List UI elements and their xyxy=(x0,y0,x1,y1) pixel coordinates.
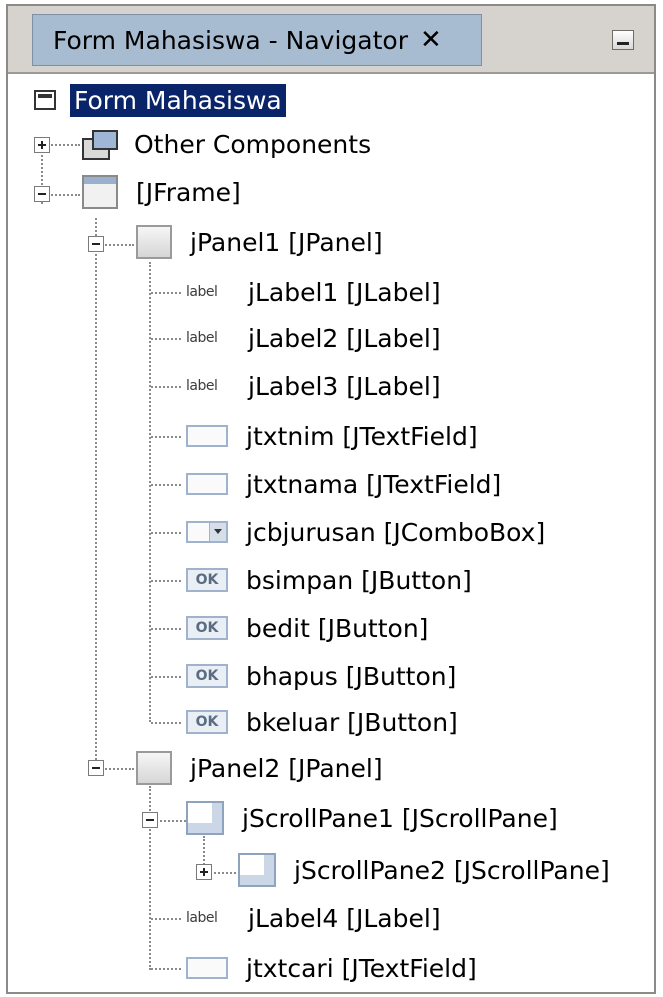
tree-connector xyxy=(102,244,134,246)
tree-connector xyxy=(48,194,80,196)
tree-node-jtxtcari[interactable]: jtxtcari [JTextField] xyxy=(186,948,481,988)
tree-node-bhapus[interactable]: OK bhapus [JButton] xyxy=(186,656,460,696)
tree-node-root[interactable]: Form Mahasiswa xyxy=(34,80,286,120)
button-icon: OK xyxy=(186,710,228,734)
tree-node-label: jtxtcari [JTextField] xyxy=(246,953,477,983)
tree-node-bedit[interactable]: OK bedit [JButton] xyxy=(186,608,432,648)
textfield-icon xyxy=(186,473,228,495)
navigator-titlebar: Form Mahasiswa - Navigator ✕ xyxy=(8,6,654,74)
tree-node-label: jLabel3 [JLabel] xyxy=(248,371,441,401)
collapse-icon[interactable] xyxy=(88,236,104,252)
tree-guide-jpanel1 xyxy=(149,262,151,722)
tree-node-jlabel2[interactable]: label jLabel2 [JLabel] xyxy=(186,318,445,358)
tree-node-other-components[interactable]: Other Components xyxy=(82,124,375,164)
tree-node-label: jtxtnim [JTextField] xyxy=(246,421,478,451)
expand-icon[interactable] xyxy=(196,864,212,880)
tree-node-label: Form Mahasiswa xyxy=(70,83,286,117)
jpanel-icon xyxy=(136,751,172,785)
textfield-icon xyxy=(186,425,228,447)
scrollpane-icon xyxy=(238,853,276,887)
combobox-icon xyxy=(186,521,228,543)
tree-node-label: bedit [JButton] xyxy=(246,613,429,643)
tree-connector xyxy=(151,386,181,388)
tree-node-bsimpan[interactable]: OK bsimpan [JButton] xyxy=(186,560,476,600)
tree-node-label: jScrollPane1 [JScrollPane] xyxy=(242,803,558,833)
tree-connector xyxy=(156,820,186,822)
tree-node-jframe[interactable]: [JFrame] xyxy=(82,172,245,212)
navigator-window: Form Mahasiswa - Navigator ✕ Form Mahasi… xyxy=(6,4,656,994)
jpanel-icon xyxy=(136,225,172,259)
tree-node-jtxtnim[interactable]: jtxtnim [JTextField] xyxy=(186,416,482,456)
label-icon: label xyxy=(186,910,218,926)
expand-icon[interactable] xyxy=(34,137,50,153)
tree-connector xyxy=(151,628,181,630)
tree-node-jpanel1[interactable]: jPanel1 [JPanel] xyxy=(136,222,387,262)
scrollpane-icon xyxy=(186,801,224,835)
tree-node-label: jScrollPane2 [JScrollPane] xyxy=(294,855,610,885)
tree-connector xyxy=(151,292,181,294)
label-icon: label xyxy=(186,284,218,300)
tree-node-jlabel1[interactable]: label jLabel1 [JLabel] xyxy=(186,272,445,312)
tree-node-label: bkeluar [JButton] xyxy=(246,707,458,737)
tree-connector xyxy=(151,580,181,582)
tree-node-label: bhapus [JButton] xyxy=(246,661,457,691)
button-icon: OK xyxy=(186,664,228,688)
tree-node-jpanel2[interactable]: jPanel2 [JPanel] xyxy=(136,748,387,788)
tree-node-label: jLabel2 [JLabel] xyxy=(248,323,441,353)
minimize-button[interactable] xyxy=(612,30,634,50)
tree-node-jcbjurusan[interactable]: jcbjurusan [JComboBox] xyxy=(186,512,549,552)
collapse-icon[interactable] xyxy=(88,760,104,776)
tree-connector xyxy=(151,484,181,486)
tree-node-label: [JFrame] xyxy=(136,177,241,207)
collapse-icon[interactable] xyxy=(34,186,50,202)
close-icon[interactable]: ✕ xyxy=(420,27,442,53)
tab-form-mahasiswa-navigator[interactable]: Form Mahasiswa - Navigator ✕ xyxy=(32,14,482,66)
tree-connector xyxy=(151,968,181,970)
label-icon: label xyxy=(186,330,218,346)
label-icon: label xyxy=(186,378,218,394)
tree-node-jscrollpane2[interactable]: jScrollPane2 [JScrollPane] xyxy=(238,850,614,890)
tree-node-label: jPanel1 [JPanel] xyxy=(190,227,383,257)
tree-node-jlabel4[interactable]: label jLabel4 [JLabel] xyxy=(186,898,445,938)
tree-connector xyxy=(48,144,80,146)
tree-node-jlabel3[interactable]: label jLabel3 [JLabel] xyxy=(186,366,445,406)
tree-node-label: bsimpan [JButton] xyxy=(246,565,472,595)
tree-connector xyxy=(210,872,236,874)
tree-connector xyxy=(102,768,134,770)
tree-node-bkeluar[interactable]: OK bkeluar [JButton] xyxy=(186,702,462,742)
other-components-icon xyxy=(82,128,118,160)
tree-node-jscrollpane1[interactable]: jScrollPane1 [JScrollPane] xyxy=(186,798,562,838)
form-icon xyxy=(34,90,56,110)
tree-connector xyxy=(151,676,181,678)
tree-node-label: jLabel4 [JLabel] xyxy=(248,903,441,933)
tree-node-label: Other Components xyxy=(134,129,372,159)
button-icon: OK xyxy=(186,568,228,592)
tree-connector xyxy=(151,436,181,438)
jframe-icon xyxy=(82,175,118,209)
tree-node-label: jcbjurusan [JComboBox] xyxy=(246,517,546,547)
tree-node-label: jLabel1 [JLabel] xyxy=(248,277,441,307)
button-icon: OK xyxy=(186,616,228,640)
tab-title: Form Mahasiswa - Navigator xyxy=(53,25,408,55)
tree-guide-jframe xyxy=(95,218,97,768)
tree-connector xyxy=(151,722,181,724)
tree-node-label: jPanel2 [JPanel] xyxy=(190,753,383,783)
tree-node-jtxtnama[interactable]: jtxtnama [JTextField] xyxy=(186,464,505,504)
collapse-icon[interactable] xyxy=(142,812,158,828)
tree-connector xyxy=(151,338,181,340)
tree-connector xyxy=(151,532,181,534)
component-tree: Form Mahasiswa Other Components [JFrame]… xyxy=(8,72,654,992)
tree-connector xyxy=(151,918,181,920)
textfield-icon xyxy=(186,957,228,979)
tree-node-label: jtxtnama [JTextField] xyxy=(246,469,502,499)
